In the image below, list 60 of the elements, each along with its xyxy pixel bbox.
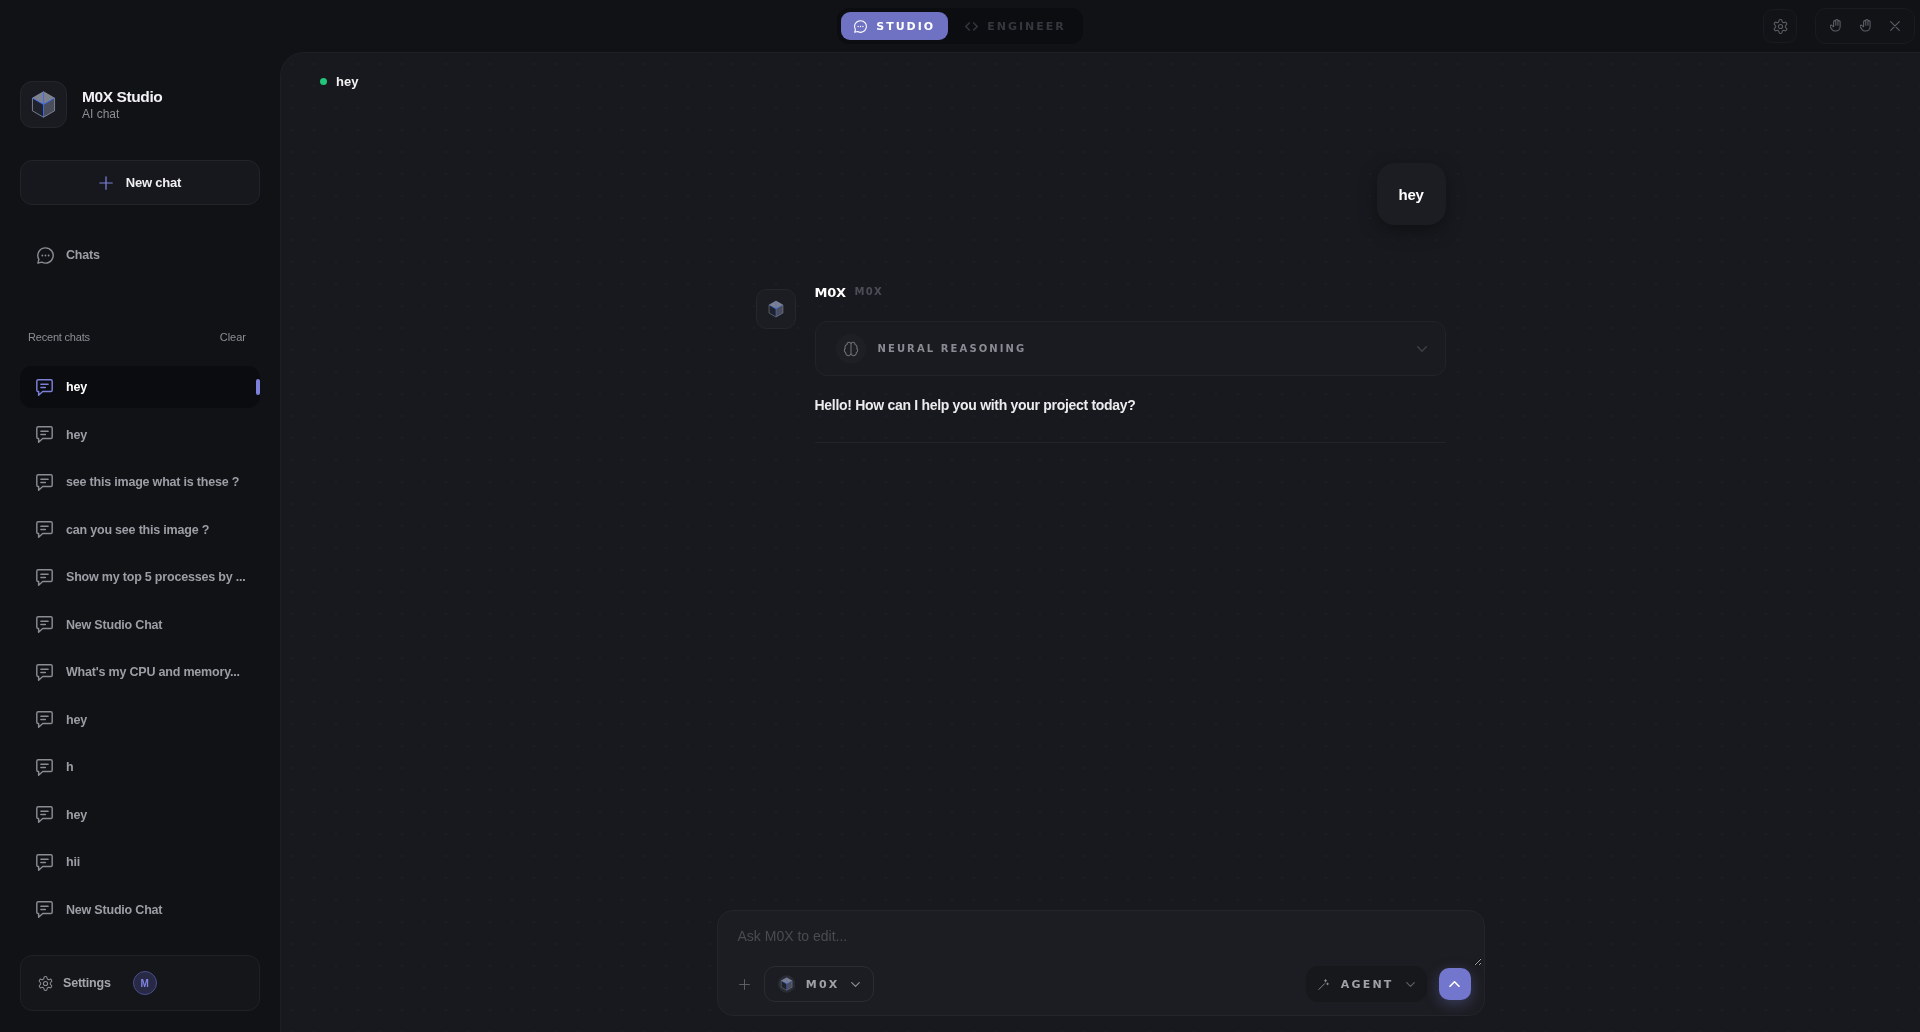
cube-avatar-icon [755,289,796,329]
app-name: M0X Studio [82,88,163,106]
selection-marker [256,379,260,395]
plus-icon [98,175,113,190]
user-avatar[interactable]: M [132,971,157,995]
message-icon [36,568,53,586]
chat-list-item[interactable]: see this image what is these ? [20,461,260,503]
app-subtitle: AI chat [82,107,121,121]
nav-item[interactable]: Chats [20,235,260,275]
chevron-up-icon [1449,981,1460,987]
message-icon [36,711,53,728]
mode-tab[interactable]: STUDIO [841,12,949,40]
message-icon [36,426,53,443]
message-icon [36,901,53,918]
hand-icon[interactable] [1860,19,1873,33]
mode-selector[interactable]: AGENT [1305,966,1427,1002]
user-message: hey [1376,163,1446,225]
plus-icon[interactable] [738,978,750,990]
settings-icon [1772,18,1788,34]
chat-list-item[interactable]: hii [20,841,260,883]
section-title: Recent chats [28,331,90,343]
chat-list-item[interactable]: Show my top 5 processes by ... [20,556,260,598]
chat-list-item[interactable]: can you see this image ? [20,508,260,551]
clear-button[interactable]: Clear [219,331,246,343]
message-icon [36,521,53,538]
close-icon[interactable] [1890,21,1900,31]
send-button[interactable] [1438,968,1471,1000]
settings-button[interactable]: Settings [38,975,111,991]
chat-list-item[interactable]: New Studio Chat [20,603,260,646]
chat-list-item[interactable]: New Studio Chat [20,888,260,931]
chat-bubble-icon [854,19,868,33]
wand-icon [1317,978,1329,990]
message-icon [36,378,53,396]
chat-list-item[interactable]: hey [20,413,260,456]
message-icon [36,758,53,776]
author-name: M0X [814,285,846,299]
chat-title: hey [336,73,359,89]
chat-list-item[interactable]: What's my CPU and memory... [20,651,260,693]
chat-list-item[interactable]: hey [20,793,260,836]
hand-icon[interactable] [1830,19,1843,33]
chat-list-item[interactable]: hey [20,366,260,408]
message-icon [36,663,53,681]
chat-bubble-icon [37,246,54,264]
caret-icon [850,981,860,987]
caret-icon [1405,981,1415,987]
chat-list-item[interactable]: h [20,746,260,788]
settings-icon [38,975,53,991]
cube-icon [777,975,795,993]
message-icon [36,473,53,491]
model-selector[interactable]: M0X [763,966,874,1002]
new-chat-button[interactable]: New chat [20,160,260,205]
settings-button[interactable] [1763,9,1797,43]
cube-logo-icon [20,81,67,128]
reasoning-toggle[interactable]: NEURAL REASONING [814,321,1446,376]
assistant-message: Hello! How can I help you with your project today? [814,396,1137,415]
message-icon [36,806,53,823]
chat-list-item[interactable]: hey [20,698,260,741]
message-icon [36,853,53,871]
message-icon [36,616,53,633]
code-icon [965,21,979,31]
